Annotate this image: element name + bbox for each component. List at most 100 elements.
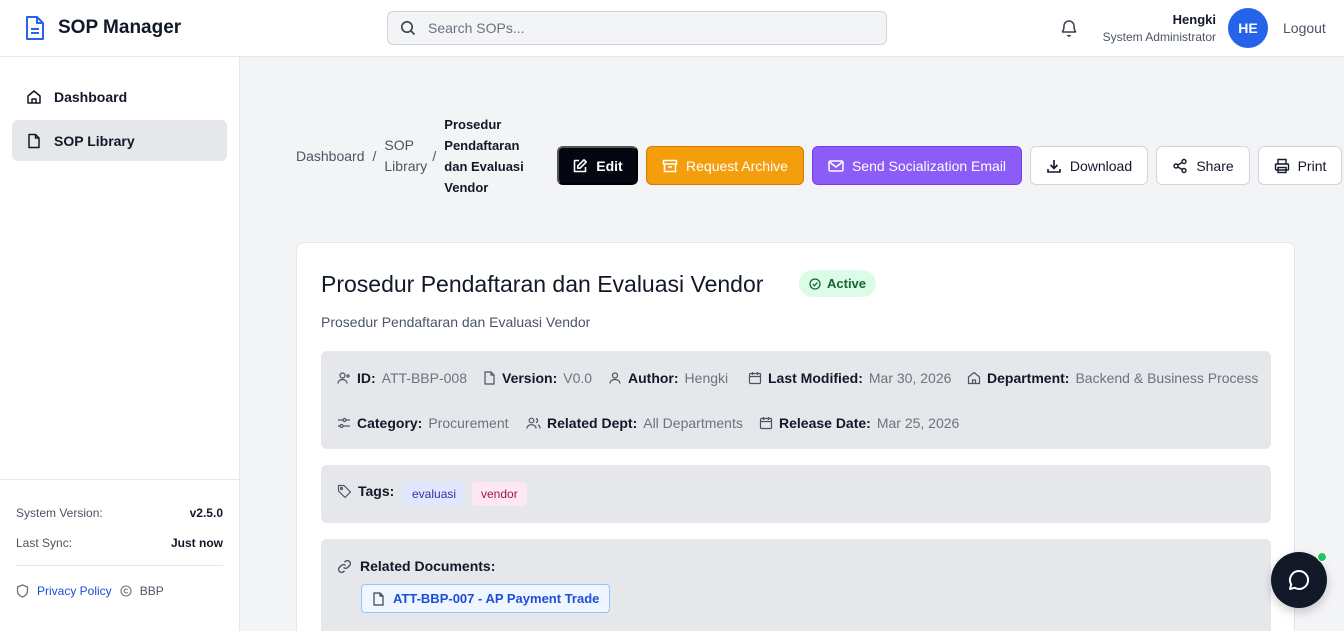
- print-label: Print: [1297, 157, 1327, 174]
- breadcrumb-current: Prosedur Pendaftaran dan Evaluasi Vendor: [444, 117, 524, 195]
- users-icon: [526, 416, 541, 430]
- edit-button[interactable]: Edit: [557, 146, 638, 185]
- meta-version: Version: V0.0: [483, 370, 592, 386]
- last-sync-row: Last Sync: Just now: [16, 536, 223, 550]
- system-version-row: System Version: v2.5.0: [16, 506, 223, 520]
- request-archive-label: Request Archive: [686, 157, 788, 174]
- meta-related-dept-value: All Departments: [643, 415, 743, 431]
- related-document-link[interactable]: ATT-BBP-007 - AP Payment Trade: [361, 584, 611, 613]
- sop-detail-card: Prosedur Pendaftaran dan Evaluasi Vendor…: [296, 242, 1295, 631]
- sliders-icon: [337, 416, 351, 430]
- privacy-policy-link[interactable]: Privacy Policy: [37, 584, 112, 598]
- brand[interactable]: SOP Manager: [24, 15, 181, 41]
- sidebar-item-dashboard[interactable]: Dashboard: [12, 76, 227, 117]
- share-button[interactable]: Share: [1156, 146, 1250, 185]
- tags-heading: Tags:: [337, 483, 394, 499]
- logout-link[interactable]: Logout: [1283, 20, 1326, 36]
- app-name: SOP Manager: [58, 17, 182, 38]
- footer-divider: [16, 565, 223, 566]
- meta-department-label: Department:: [987, 370, 1070, 386]
- status-badge: Active: [799, 270, 877, 297]
- document-icon: [24, 15, 46, 41]
- send-email-label: Send Socialization Email: [851, 157, 1007, 174]
- check-circle-icon: [809, 277, 821, 290]
- breadcrumb-sop-library[interactable]: SOP Library: [384, 135, 427, 177]
- mail-icon: [828, 159, 844, 173]
- meta-author-label: Author:: [628, 370, 679, 386]
- meta-related-dept: Related Dept: All Departments: [526, 415, 743, 431]
- breadcrumb-separator: /: [372, 148, 377, 164]
- meta-version-label: Version:: [502, 370, 558, 386]
- file-icon: [26, 133, 42, 149]
- user-icon: [608, 371, 622, 385]
- chat-bubble-icon: [1287, 568, 1311, 592]
- sidebar-item-label: Dashboard: [54, 88, 128, 105]
- related-documents-panel: Related Documents: ATT-BBP-007 - AP Paym…: [321, 539, 1271, 631]
- tags-label: Tags:: [358, 483, 395, 499]
- edit-label: Edit: [596, 157, 623, 174]
- online-indicator: [1317, 552, 1327, 562]
- sop-description: Prosedur Pendaftaran dan Evaluasi Vendor: [321, 314, 591, 330]
- meta-related-dept-label: Related Dept:: [547, 415, 638, 431]
- bell-icon[interactable]: [1059, 18, 1079, 38]
- download-button[interactable]: Download: [1030, 146, 1148, 185]
- meta-release-date-label: Release Date:: [779, 415, 871, 431]
- meta-release-date: Release Date: Mar 25, 2026: [759, 415, 959, 431]
- calendar-icon: [759, 416, 773, 430]
- meta-id: ID: ATT-BBP-008: [337, 370, 467, 386]
- share-icon: [1172, 158, 1188, 174]
- tags-panel: Tags: evaluasi vendor: [321, 465, 1271, 523]
- breadcrumb-separator: /: [432, 148, 437, 164]
- tag-chip[interactable]: vendor: [472, 482, 527, 506]
- footer-links: Privacy Policy BBP: [16, 584, 164, 598]
- share-label: Share: [1196, 157, 1234, 174]
- meta-last-modified-value: Mar 30, 2026: [868, 370, 952, 386]
- shield-icon: [16, 584, 29, 598]
- meta-author: Author: Hengki: [608, 370, 728, 386]
- avatar[interactable]: HE: [1228, 8, 1268, 48]
- tag-icon: [337, 484, 352, 499]
- system-version-label: System Version:: [16, 506, 103, 520]
- meta-category-label: Category:: [357, 415, 423, 431]
- sop-title: Prosedur Pendaftaran dan Evaluasi Vendor: [321, 271, 764, 297]
- meta-department: Department: Backend & Business Process: [967, 370, 1258, 386]
- last-sync-label: Last Sync:: [16, 536, 73, 550]
- download-label: Download: [1069, 157, 1133, 174]
- sidebar: Dashboard SOP Library System Version: v2…: [0, 57, 240, 631]
- request-archive-button[interactable]: Request Archive: [646, 146, 804, 185]
- user-plus-icon: [337, 371, 351, 385]
- user-name: Hengki: [1172, 12, 1216, 27]
- download-icon: [1046, 158, 1062, 174]
- meta-category-value: Procurement: [428, 415, 509, 431]
- link-icon: [337, 559, 352, 574]
- meta-id-value: ATT-BBP-008: [381, 370, 467, 386]
- meta-release-date-value: Mar 25, 2026: [876, 415, 960, 431]
- search-input[interactable]: [428, 20, 848, 36]
- home-icon: [26, 89, 42, 105]
- last-sync-value: Just now: [170, 536, 223, 550]
- status-label: Active: [827, 276, 867, 291]
- search-box[interactable]: [387, 11, 887, 45]
- related-documents-heading: Related Documents:: [337, 558, 495, 574]
- copyright-text: BBP: [139, 584, 164, 598]
- send-email-button[interactable]: Send Socialization Email: [812, 146, 1022, 185]
- user-role: System Administrator: [1102, 30, 1216, 44]
- print-button[interactable]: Print: [1258, 146, 1342, 185]
- meta-last-modified-label: Last Modified:: [768, 370, 863, 386]
- tag-chip[interactable]: evaluasi: [403, 482, 466, 506]
- user-info: Hengki System Administrator: [1103, 12, 1216, 44]
- metadata-panel: ID: ATT-BBP-008 Version: V0.0 Author: He…: [321, 351, 1271, 449]
- printer-icon: [1274, 158, 1290, 174]
- calendar-icon: [748, 371, 762, 385]
- sidebar-item-sop-library[interactable]: SOP Library: [12, 120, 227, 161]
- meta-category: Category: Procurement: [337, 415, 509, 431]
- search-icon: [400, 20, 416, 36]
- building-icon: [967, 371, 981, 385]
- related-document-title: ATT-BBP-007 - AP Payment Trade: [393, 591, 600, 606]
- breadcrumb-dashboard[interactable]: Dashboard: [296, 146, 365, 167]
- file-icon: [483, 371, 496, 385]
- meta-version-value: V0.0: [563, 370, 593, 386]
- top-header: SOP Manager Hengki System Administrator …: [0, 0, 1344, 57]
- file-icon: [372, 591, 385, 606]
- archive-icon: [662, 158, 678, 174]
